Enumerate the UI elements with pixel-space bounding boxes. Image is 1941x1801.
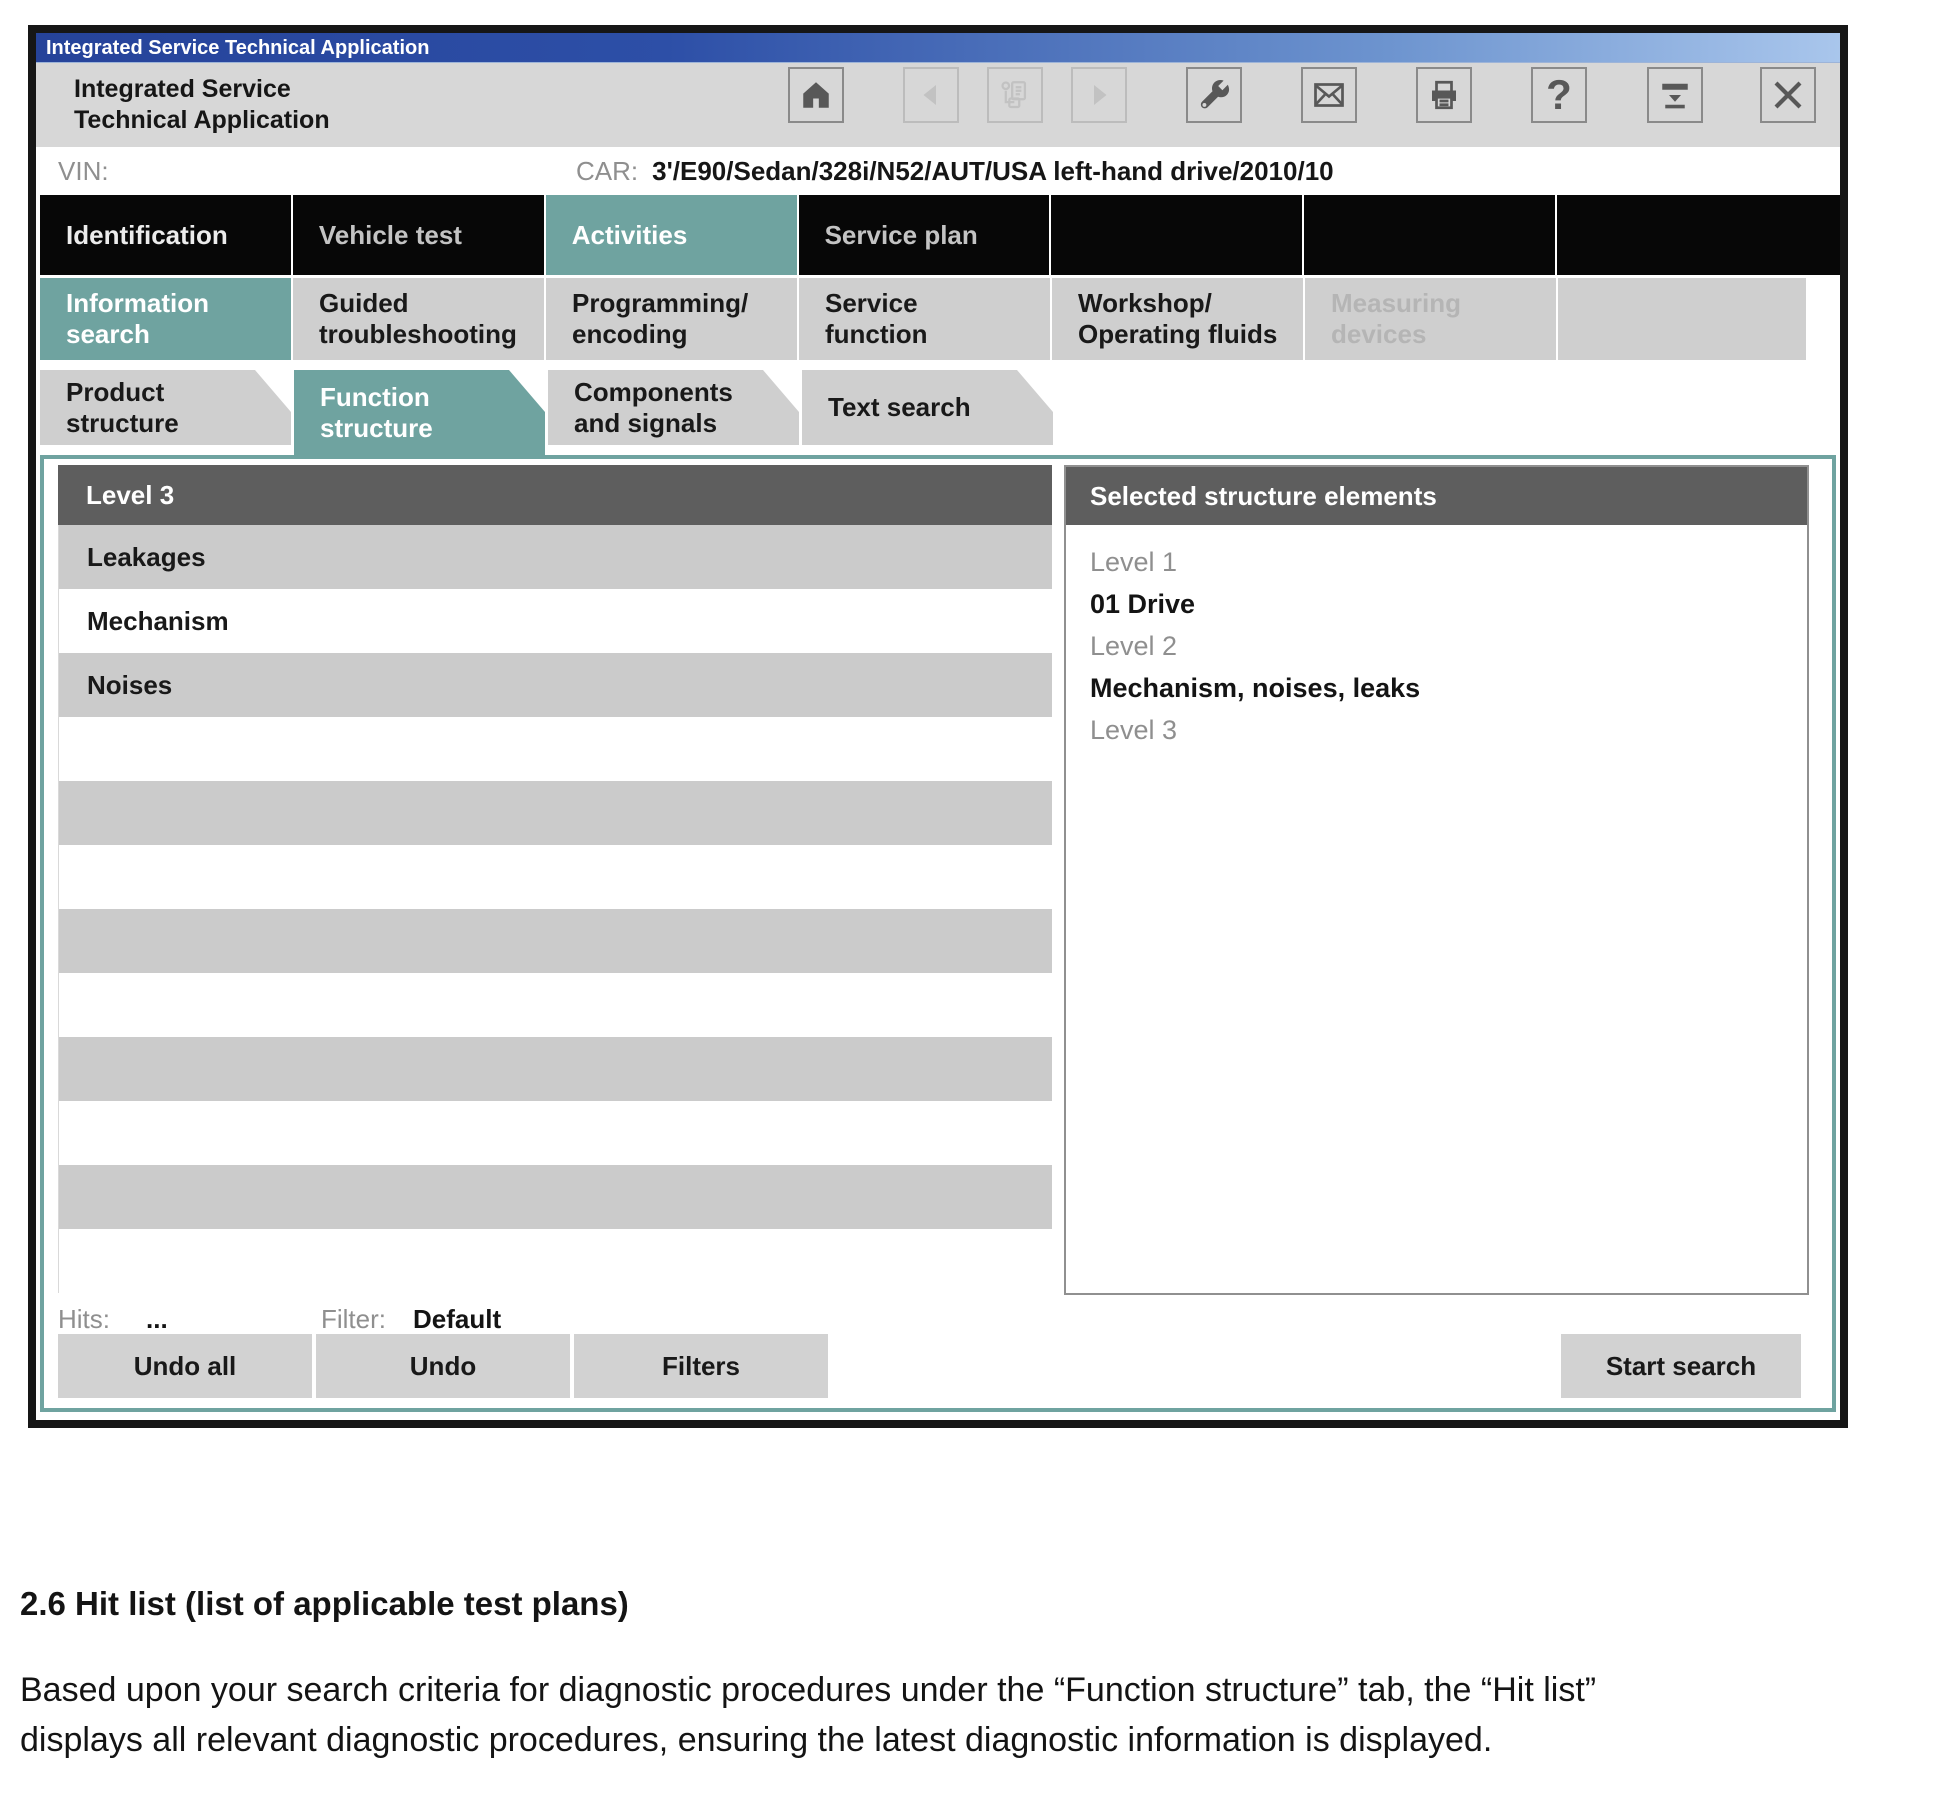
display-window-icon — [1657, 77, 1693, 113]
subtab-guided-troubleshooting[interactable]: Guided troubleshooting — [293, 278, 544, 360]
home-button[interactable] — [788, 67, 844, 123]
start-search-button[interactable]: Start search — [1561, 1334, 1801, 1398]
vehicle-info-bar: VIN: CAR: 3'/E90/Sedan/328i/N52/AUT/USA l… — [36, 147, 1840, 195]
main-tab-bar: Identification Vehicle test Activities S… — [36, 195, 1840, 275]
list-row-empty — [59, 973, 1052, 1037]
back-icon — [916, 80, 946, 110]
car-info: CAR: 3'/E90/Sedan/328i/N52/AUT/USA left-h… — [576, 156, 1334, 187]
display-window-button[interactable] — [1647, 67, 1703, 123]
sub-tab-empty — [1558, 278, 1806, 360]
messages-button[interactable] — [1301, 67, 1357, 123]
level-3-label: Level 3 — [1090, 709, 1807, 751]
selected-structure-header: Selected structure elements — [1066, 467, 1807, 525]
app-name-line2: Technical Application — [74, 105, 330, 136]
subtab-workshop-operating-fluids[interactable]: Workshop/ Operating fluids — [1052, 278, 1303, 360]
help-icon: ? — [1546, 74, 1572, 116]
ista-window: Integrated Service Technical Application… — [28, 25, 1848, 1428]
doc-paragraph: Based upon your search criteria for diag… — [20, 1665, 1610, 1765]
list-item-leakages[interactable]: Leakages — [59, 525, 1052, 589]
level-2-label: Level 2 — [1090, 625, 1807, 667]
level-2-value: Mechanism, noises, leaks — [1090, 667, 1807, 709]
car-label: CAR: — [576, 156, 638, 186]
close-icon — [1770, 77, 1806, 113]
list-row-empty — [59, 909, 1052, 973]
main-tab-empty — [1304, 195, 1555, 275]
list-row-empty — [59, 1101, 1052, 1165]
subtab-service-function[interactable]: Service function — [799, 278, 1050, 360]
forward-button[interactable] — [1071, 67, 1127, 123]
list-row-empty — [59, 1037, 1052, 1101]
hits-value: ... — [146, 1304, 168, 1335]
selected-structure-panel: Selected structure elements Level 1 01 D… — [1064, 465, 1809, 1295]
selected-structure-body: Level 1 01 Drive Level 2 Mechanism, nois… — [1066, 525, 1807, 793]
level-3-rows: Leakages Mechanism Noises — [58, 525, 1052, 1293]
level-1-label: Level 1 — [1090, 541, 1807, 583]
window-titlebar: Integrated Service Technical Application — [36, 33, 1840, 63]
doc-section-heading: 2.6 Hit list (list of applicable test pl… — [20, 1585, 1925, 1623]
app-header: Integrated Service Technical Application — [36, 63, 1840, 147]
operations-list-button[interactable] — [987, 67, 1043, 123]
filters-button[interactable]: Filters — [574, 1334, 828, 1398]
forward-icon — [1084, 80, 1114, 110]
level-3-value — [1090, 751, 1807, 793]
filter-label: Filter: — [321, 1304, 386, 1335]
mail-icon — [1311, 77, 1347, 113]
function-structure-panel: Level 3 Leakages Mechanism Noises Select… — [40, 455, 1836, 1412]
tab-service-plan[interactable]: Service plan — [799, 195, 1050, 275]
car-value: 3'/E90/Sedan/328i/N52/AUT/USA left-hand … — [652, 156, 1334, 186]
list-row-empty — [59, 845, 1052, 909]
back-button[interactable] — [903, 67, 959, 123]
list-item-mechanism[interactable]: Mechanism — [59, 589, 1052, 653]
level-3-header: Level 3 — [58, 465, 1052, 525]
help-button[interactable]: ? — [1531, 67, 1587, 123]
wrench-icon — [1196, 77, 1232, 113]
undo-button[interactable]: Undo — [316, 1334, 570, 1398]
home-icon — [799, 78, 833, 112]
print-icon — [1426, 77, 1462, 113]
tab-identification[interactable]: Identification — [40, 195, 291, 275]
list-row-empty — [59, 1165, 1052, 1229]
hits-label: Hits: — [58, 1304, 110, 1335]
level-1-value: 01 Drive — [1090, 583, 1807, 625]
print-button[interactable] — [1416, 67, 1472, 123]
tab-vehicle-test[interactable]: Vehicle test — [293, 195, 544, 275]
tab-activities[interactable]: Activities — [546, 195, 797, 275]
subtab-programming-encoding[interactable]: Programming/ encoding — [546, 278, 797, 360]
main-tab-empty — [1051, 195, 1302, 275]
subtab-measuring-devices: Measuring devices — [1305, 278, 1556, 360]
tab-function-structure[interactable]: Function structure — [294, 370, 545, 455]
main-tab-empty — [1557, 195, 1840, 275]
filter-value: Default — [413, 1304, 501, 1335]
list-row-empty — [59, 1229, 1052, 1293]
undo-all-button[interactable]: Undo all — [58, 1334, 312, 1398]
document-text: 2.6 Hit list (list of applicable test pl… — [20, 1585, 1925, 1765]
list-row-empty — [59, 781, 1052, 845]
level-3-list: Level 3 Leakages Mechanism Noises — [58, 465, 1052, 1293]
tab-components-and-signals[interactable]: Components and signals — [548, 370, 799, 445]
operations-list-icon — [998, 78, 1032, 112]
sub-tab-bar: Information search Guided troubleshootin… — [36, 278, 1840, 360]
list-item-noises[interactable]: Noises — [59, 653, 1052, 717]
app-name: Integrated Service Technical Application — [74, 74, 330, 136]
tab-text-search[interactable]: Text search — [802, 370, 1053, 445]
tab-product-structure[interactable]: Product structure — [40, 370, 291, 445]
close-button[interactable] — [1760, 67, 1816, 123]
search-tab-bar: Product structure Function structure Com… — [36, 370, 1840, 455]
app-name-line1: Integrated Service — [74, 74, 330, 105]
list-row-empty — [59, 717, 1052, 781]
subtab-information-search[interactable]: Information search — [40, 278, 291, 360]
vin-label: VIN: — [58, 156, 109, 187]
workshop-tools-button[interactable] — [1186, 67, 1242, 123]
